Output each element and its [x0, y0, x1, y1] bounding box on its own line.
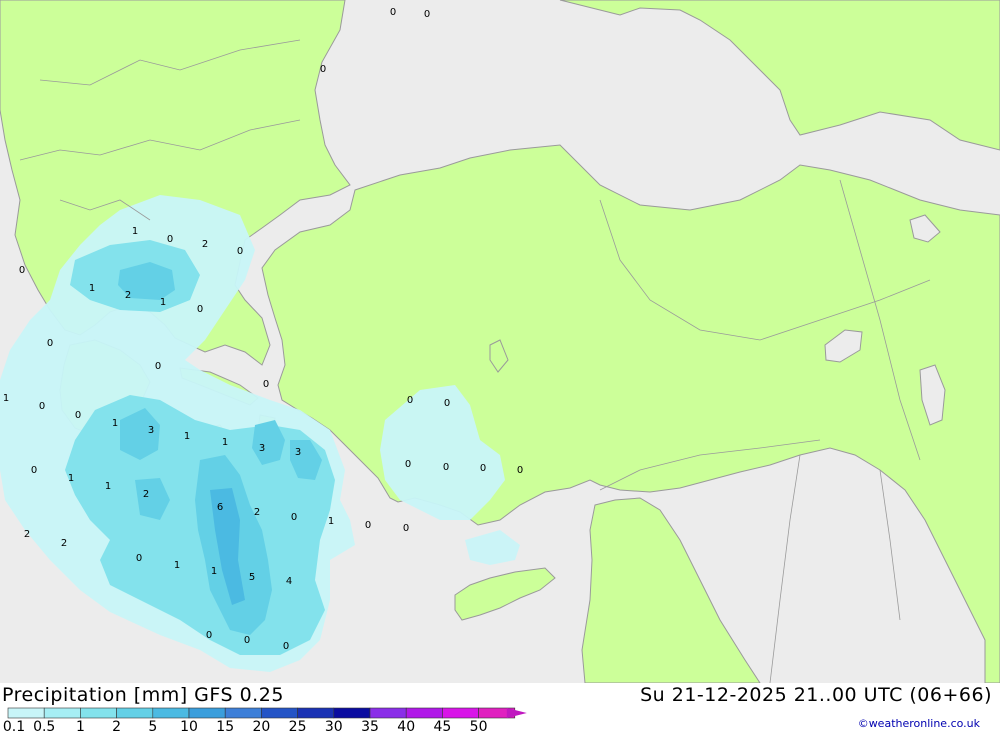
legend-label: 0.5 — [33, 719, 55, 733]
map-value-label: 4 — [286, 576, 292, 587]
map-value-label: 1 — [222, 437, 228, 448]
map-value-label: 0 — [206, 630, 212, 641]
legend-label: 30 — [325, 719, 343, 733]
map-value-label: 1 — [89, 283, 95, 294]
legend-swatch — [188, 707, 226, 719]
legend-label: 1 — [76, 719, 85, 733]
legend-swatch — [152, 707, 190, 719]
footer-bar: Precipitation [mm] GFS 0.25 Su 21-12-202… — [0, 683, 1000, 733]
map-value-label: 0 — [263, 379, 269, 390]
color-legend: 0.1 0.5 1 2 5 10 15 20 25 30 35 40 45 50 — [3, 707, 527, 733]
map-value-label: 1 — [132, 226, 138, 237]
legend-swatch — [442, 707, 479, 719]
forecast-datetime: Su 21-12-2025 21..00 UTC (06+66) — [640, 684, 992, 706]
map-value-label: 0 — [291, 512, 297, 523]
map-value-label: 2 — [61, 538, 67, 549]
map-value-label: 0 — [443, 462, 449, 473]
map-value-label: 0 — [424, 9, 430, 20]
legend-arrow — [506, 708, 527, 718]
map-value-label: 1 — [184, 431, 190, 442]
legend-label: 0.1 — [3, 719, 25, 733]
copyright-link[interactable]: ©weatheronline.co.uk — [858, 717, 980, 730]
legend-swatch — [369, 707, 407, 719]
map-value-label: 0 — [47, 338, 53, 349]
map-value-label: 5 — [249, 572, 255, 583]
map-value-label: 6 — [217, 502, 223, 513]
legend-label: 40 — [397, 719, 415, 733]
legend-label: 2 — [112, 719, 121, 733]
map-value-label: 2 — [254, 507, 260, 518]
legend-label: 10 — [180, 719, 198, 733]
legend-swatch — [43, 707, 81, 719]
legend-label: 50 — [470, 719, 488, 733]
map-value-label: 0 — [31, 465, 37, 476]
map-value-label: 3 — [259, 443, 265, 454]
map-value-label: 0 — [39, 401, 45, 412]
map-value-label: 1 — [3, 393, 9, 404]
map-value-label: 0 — [390, 7, 396, 18]
map-value-label: 1 — [105, 481, 111, 492]
legend-swatch — [7, 707, 45, 719]
map-value-label: 0 — [444, 398, 450, 409]
map-value-label: 0 — [136, 553, 142, 564]
map-value-label: 1 — [211, 566, 217, 577]
map-value-label: 0 — [75, 410, 81, 421]
legend-swatch — [297, 707, 335, 719]
map-value-label: 2 — [202, 239, 208, 250]
map-value-label: 1 — [174, 560, 180, 571]
map-value-label: 3 — [148, 425, 154, 436]
map-value-label: 0 — [407, 395, 413, 406]
legend-label: 5 — [148, 719, 157, 733]
precipitation-map: 0 0 0 1 0 2 0 0 1 2 1 0 0 0 0 1 0 0 3 1 1 3 3 0 0 0 0 0 0 1 1 2 1 6 2 0 1 0 0 0… — [0, 0, 1000, 683]
map-value-label: 0 — [197, 304, 203, 315]
map-value-label: 3 — [295, 447, 301, 458]
map-value-label: 2 — [24, 529, 30, 540]
map-value-label: 0 — [403, 523, 409, 534]
map-value-label: 0 — [480, 463, 486, 474]
map-value-label: 0 — [365, 520, 371, 531]
map-value-label: 0 — [237, 246, 243, 257]
legend-swatch — [333, 707, 371, 719]
map-value-label: 2 — [143, 489, 149, 500]
map-value-label: 1 — [68, 473, 74, 484]
legend-swatch — [224, 707, 262, 719]
map-value-label: 0 — [517, 465, 523, 476]
legend-label: 25 — [289, 719, 307, 733]
map-value-label: 0 — [244, 635, 250, 646]
map-value-label: 0 — [283, 641, 289, 652]
map-value-label: 0 — [405, 459, 411, 470]
map-value-label: 1 — [160, 297, 166, 308]
map-value-label: 0 — [167, 234, 173, 245]
legend-label: 15 — [216, 719, 234, 733]
legend-label: 35 — [361, 719, 379, 733]
map-value-label: 0 — [155, 361, 161, 372]
legend-label: 45 — [433, 719, 451, 733]
legend-swatch — [116, 707, 154, 719]
legend-label: 20 — [252, 719, 270, 733]
map-value-label: 1 — [112, 418, 118, 429]
legend-swatch — [80, 707, 117, 719]
legend-swatch — [405, 707, 443, 719]
legend-swatch — [261, 707, 298, 719]
map-value-label: 0 — [320, 64, 326, 75]
map-value-label: 0 — [19, 265, 25, 276]
map-value-label: 1 — [328, 516, 334, 527]
map-value-label: 2 — [125, 290, 131, 301]
